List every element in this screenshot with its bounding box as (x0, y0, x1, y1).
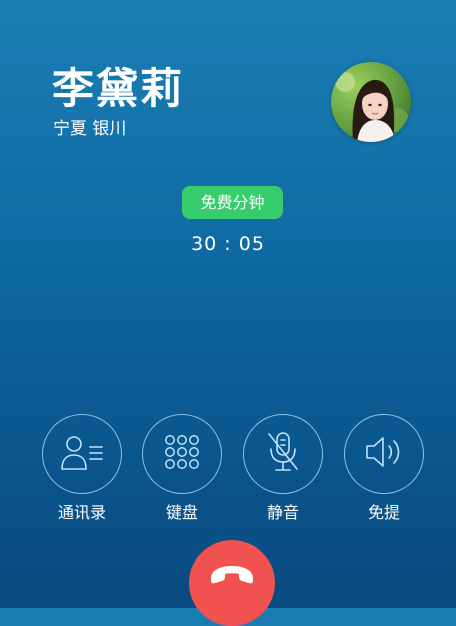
contacts-button[interactable]: 通讯录 (40, 414, 124, 526)
free-minutes-badge: 免费分钟 (182, 186, 283, 219)
speaker-button-ring (344, 414, 424, 494)
keypad-button-label: 键盘 (165, 503, 198, 522)
keypad-button[interactable]: 键盘 (140, 414, 224, 526)
contacts-button-ring (42, 414, 122, 494)
mute-button-ring (243, 414, 323, 494)
speaker-button[interactable]: 免提 (342, 414, 426, 526)
hang-up-button[interactable] (189, 540, 275, 626)
speaker-icon (364, 434, 404, 474)
speaker-button-label: 免提 (367, 503, 400, 522)
mute-icon (266, 431, 300, 477)
contacts-button-label: 通讯录 (57, 503, 106, 522)
keypad-icon (162, 432, 202, 476)
caller-name: 李黛莉 (52, 64, 185, 113)
caller-avatar (331, 62, 411, 142)
call-timer: 30 : 05 (191, 233, 265, 255)
caller-location: 宁夏 银川 (53, 119, 127, 139)
keypad-button-ring (142, 414, 222, 494)
hang-up-icon (207, 562, 257, 590)
contacts-icon (59, 432, 105, 476)
mute-button-label: 静音 (266, 503, 299, 522)
mute-button[interactable]: 静音 (241, 414, 325, 526)
